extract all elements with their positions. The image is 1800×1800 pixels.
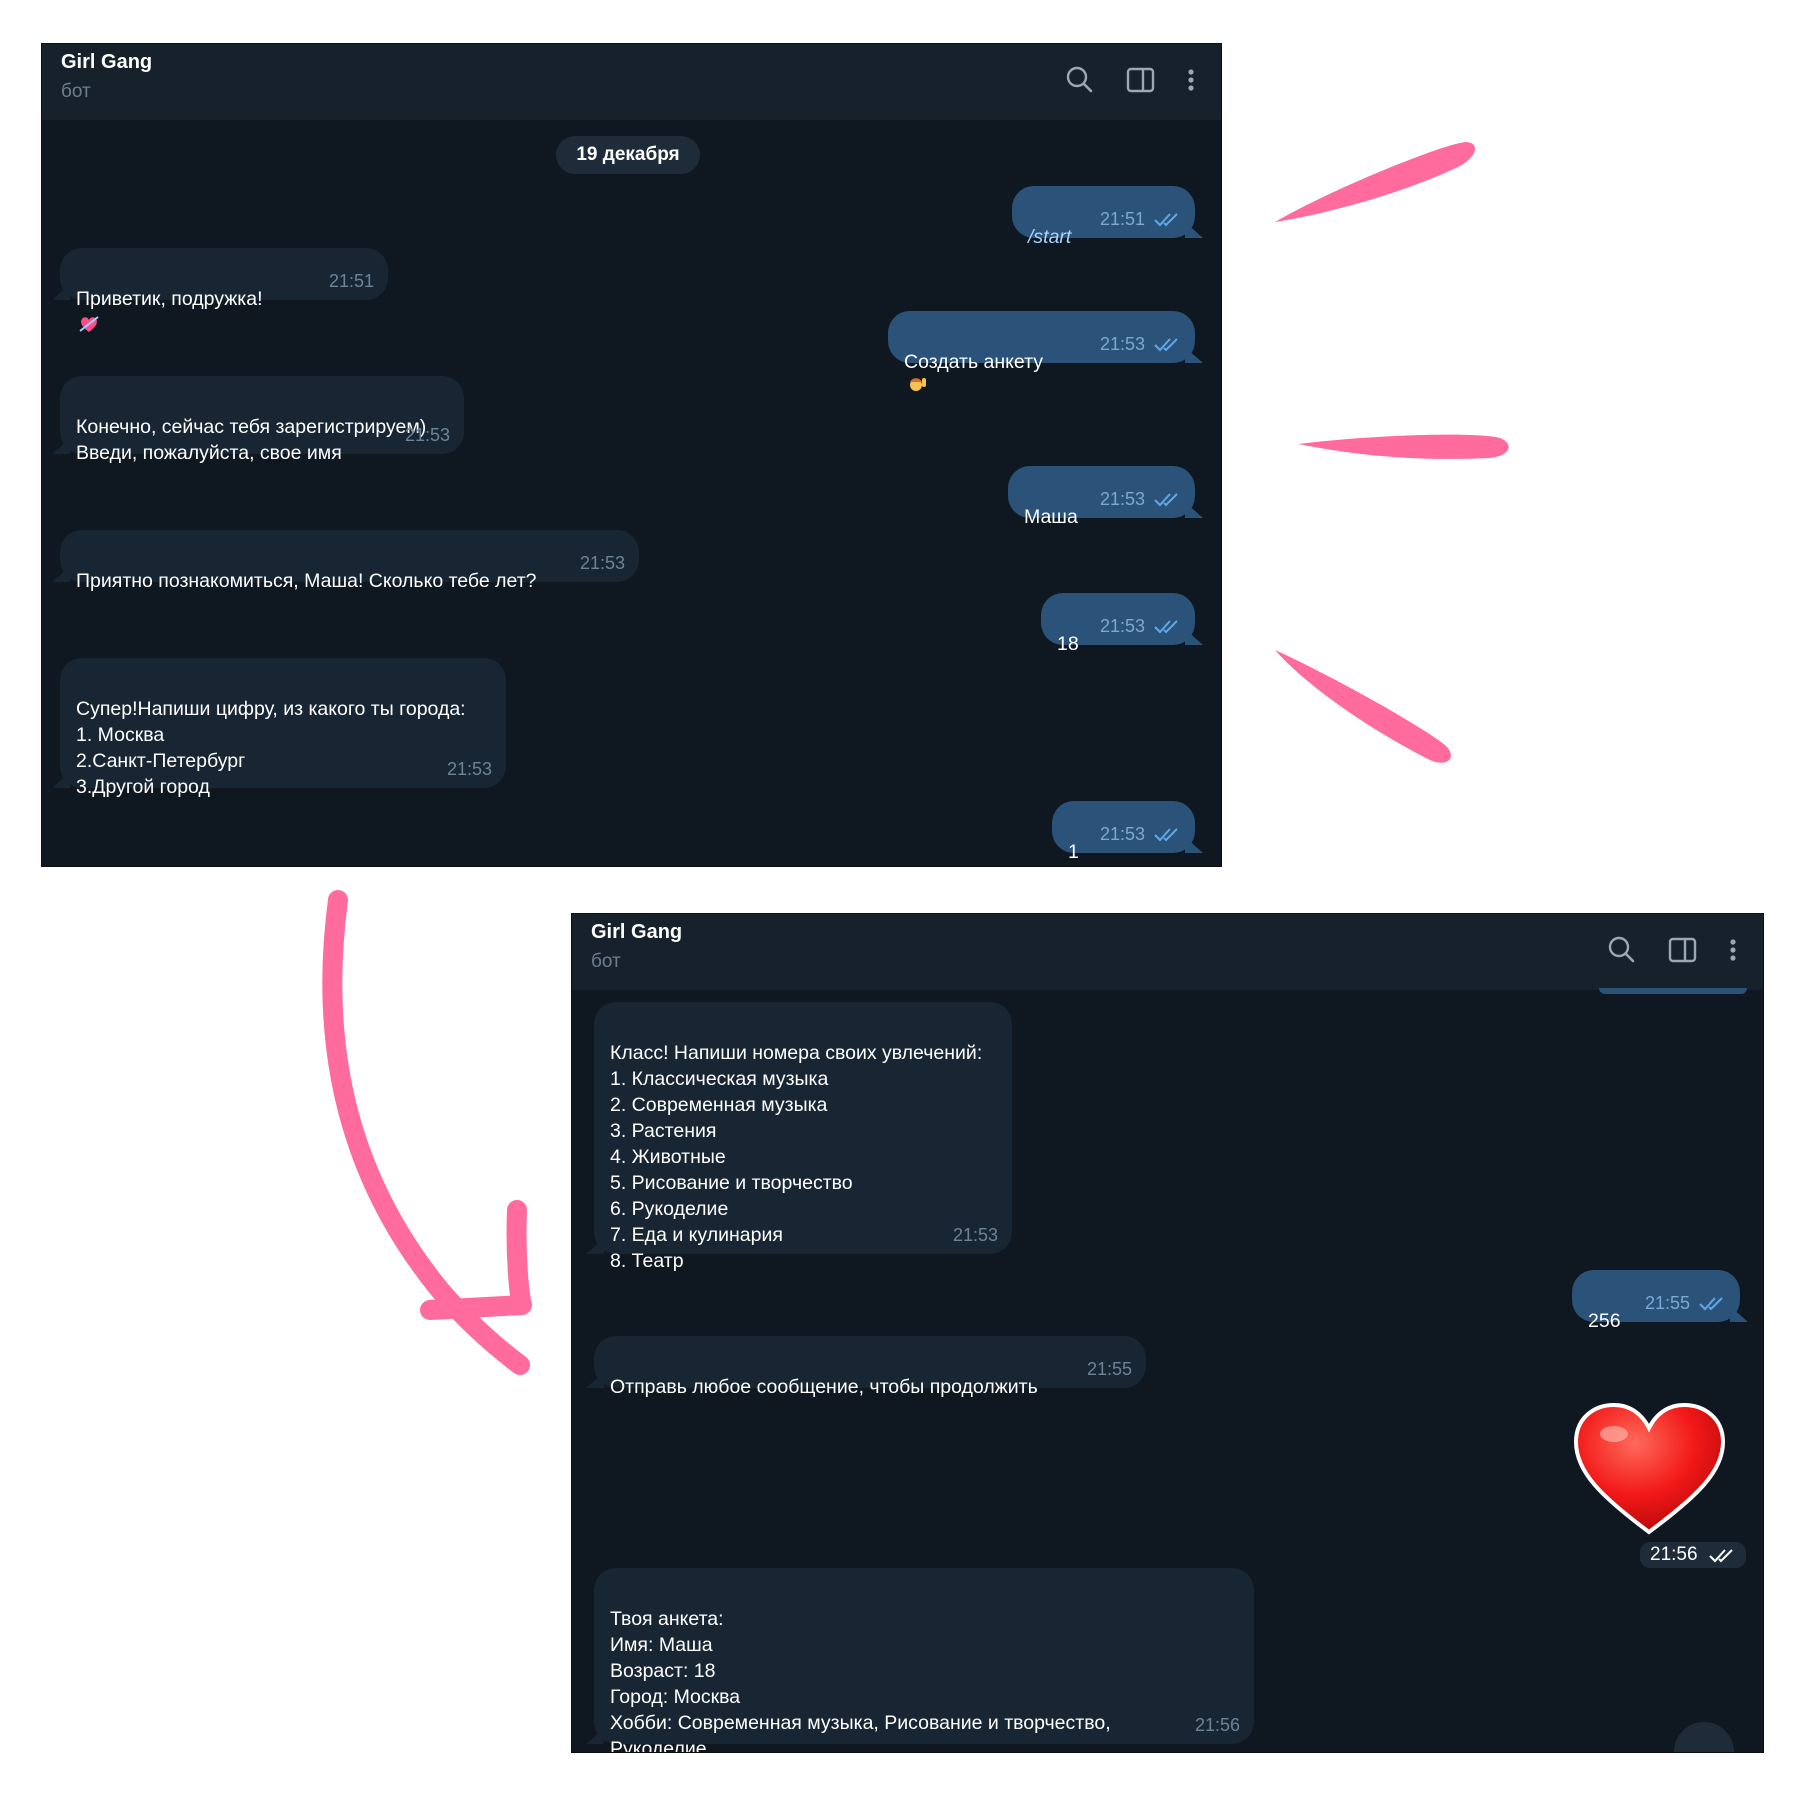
message-incoming[interactable]: Приятно познакомиться, Маша! Сколько теб… (60, 530, 639, 592)
sticker-time: 21:56 (1640, 1542, 1746, 1568)
message-text: Создать анкету (904, 351, 1043, 373)
message-incoming[interactable]: Приветик, подружка! 21:51 (60, 248, 388, 332)
chat-header: Girl Gang бот (572, 914, 1763, 990)
pink-stroke-middle (1298, 434, 1509, 459)
pink-stroke-top (1275, 142, 1476, 222)
double-check-icon (1154, 493, 1178, 507)
sidebar-toggle-icon[interactable] (1663, 932, 1701, 968)
chat-title[interactable]: Girl Gang (61, 51, 152, 74)
message-time: 21:53 (1099, 334, 1145, 354)
message-text: Твоя анкета: Имя: Маша Возраст: 18 Город… (610, 1608, 1111, 1752)
more-vert-icon[interactable] (1723, 932, 1743, 968)
message-text: 256 (1588, 1310, 1621, 1332)
person-raising-hand-emoji (910, 378, 926, 391)
message-incoming[interactable]: Отправь любое сообщение, чтобы продолжит… (594, 1336, 1146, 1398)
message-time: 21:55 (1086, 1359, 1132, 1379)
search-icon[interactable] (1061, 62, 1099, 98)
sidebar-toggle-icon[interactable] (1121, 62, 1159, 98)
message-time: 21:53 (446, 759, 492, 779)
double-check-icon (1699, 1297, 1723, 1311)
pink-curved-arrow (322, 890, 530, 1375)
message-time: 21:53 (952, 1225, 998, 1245)
date-pill: 19 декабря (556, 136, 700, 174)
message-outgoing[interactable]: 256 21:55 (1572, 1270, 1740, 1332)
chat-window-top: Girl Gang бот 19 декабря /start 21:51 Пр… (42, 44, 1221, 866)
pink-stroke-bottom (1275, 650, 1451, 763)
message-text: Супер!Напиши цифру, из какого ты города:… (76, 698, 466, 798)
chat-window-bottom: Girl Gang бот Класс! Напиши номера своих… (572, 914, 1763, 1752)
double-check-icon (1154, 213, 1178, 227)
message-time: 21:53 (1099, 616, 1145, 636)
message-outgoing[interactable]: /start 21:51 (1012, 186, 1195, 248)
message-text: Класс! Напиши номера своих увлечений: 1.… (610, 1042, 983, 1272)
message-time: 21:56 (1650, 1544, 1698, 1565)
scroll-down-button[interactable] (1674, 1722, 1734, 1752)
message-outgoing[interactable]: 18 21:53 (1041, 593, 1195, 655)
chat-subtitle: бот (591, 951, 621, 972)
chat-title[interactable]: Girl Gang (591, 921, 682, 944)
message-text: Приятно познакомиться, Маша! Сколько теб… (76, 570, 537, 592)
scrolled-message-edge (1599, 988, 1747, 994)
double-check-icon (1154, 828, 1178, 842)
double-check-icon (1154, 338, 1178, 352)
message-outgoing[interactable]: 1 21:53 (1052, 801, 1195, 863)
more-vert-icon[interactable] (1181, 62, 1201, 98)
message-outgoing[interactable]: Создать анкету 21:53 (888, 311, 1195, 391)
double-check-icon (1154, 620, 1178, 634)
message-incoming[interactable]: Твоя анкета: Имя: Маша Возраст: 18 Город… (594, 1568, 1254, 1752)
message-time: 21:53 (1099, 824, 1145, 844)
chat-subtitle: бот (61, 81, 91, 102)
message-text: Конечно, сейчас тебя зарегистрируем) Вве… (76, 416, 427, 464)
message-text: Приветик, подружка! (76, 288, 263, 310)
message-text: 18 (1057, 633, 1079, 655)
heart-arrow-emoji (79, 316, 99, 332)
message-text: Отправь любое сообщение, чтобы продолжит… (610, 1376, 1038, 1398)
heart-sticker[interactable] (1572, 1402, 1727, 1538)
message-time: 21:53 (1099, 489, 1145, 509)
message-time: 21:53 (579, 553, 625, 573)
message-text: Маша (1024, 506, 1078, 528)
message-incoming[interactable]: Конечно, сейчас тебя зарегистрируем) Вве… (60, 376, 464, 464)
message-text: 1 (1068, 841, 1079, 863)
message-time: 21:51 (1099, 209, 1145, 229)
message-time: 21:55 (1644, 1293, 1690, 1313)
message-text: /start (1028, 226, 1072, 248)
message-incoming[interactable]: Класс! Напиши номера своих увлечений: 1.… (594, 1002, 1012, 1272)
pink-arrow-head (420, 1200, 532, 1320)
chat-header: Girl Gang бот (42, 44, 1221, 120)
message-outgoing[interactable]: Маша 21:53 (1008, 466, 1195, 528)
message-time: 21:51 (328, 271, 374, 291)
message-incoming[interactable]: Супер!Напиши цифру, из какого ты города:… (60, 658, 506, 798)
message-time: 21:53 (404, 425, 450, 445)
double-check-icon (1708, 1549, 1733, 1563)
search-icon[interactable] (1603, 932, 1641, 968)
message-time: 21:56 (1194, 1715, 1240, 1735)
